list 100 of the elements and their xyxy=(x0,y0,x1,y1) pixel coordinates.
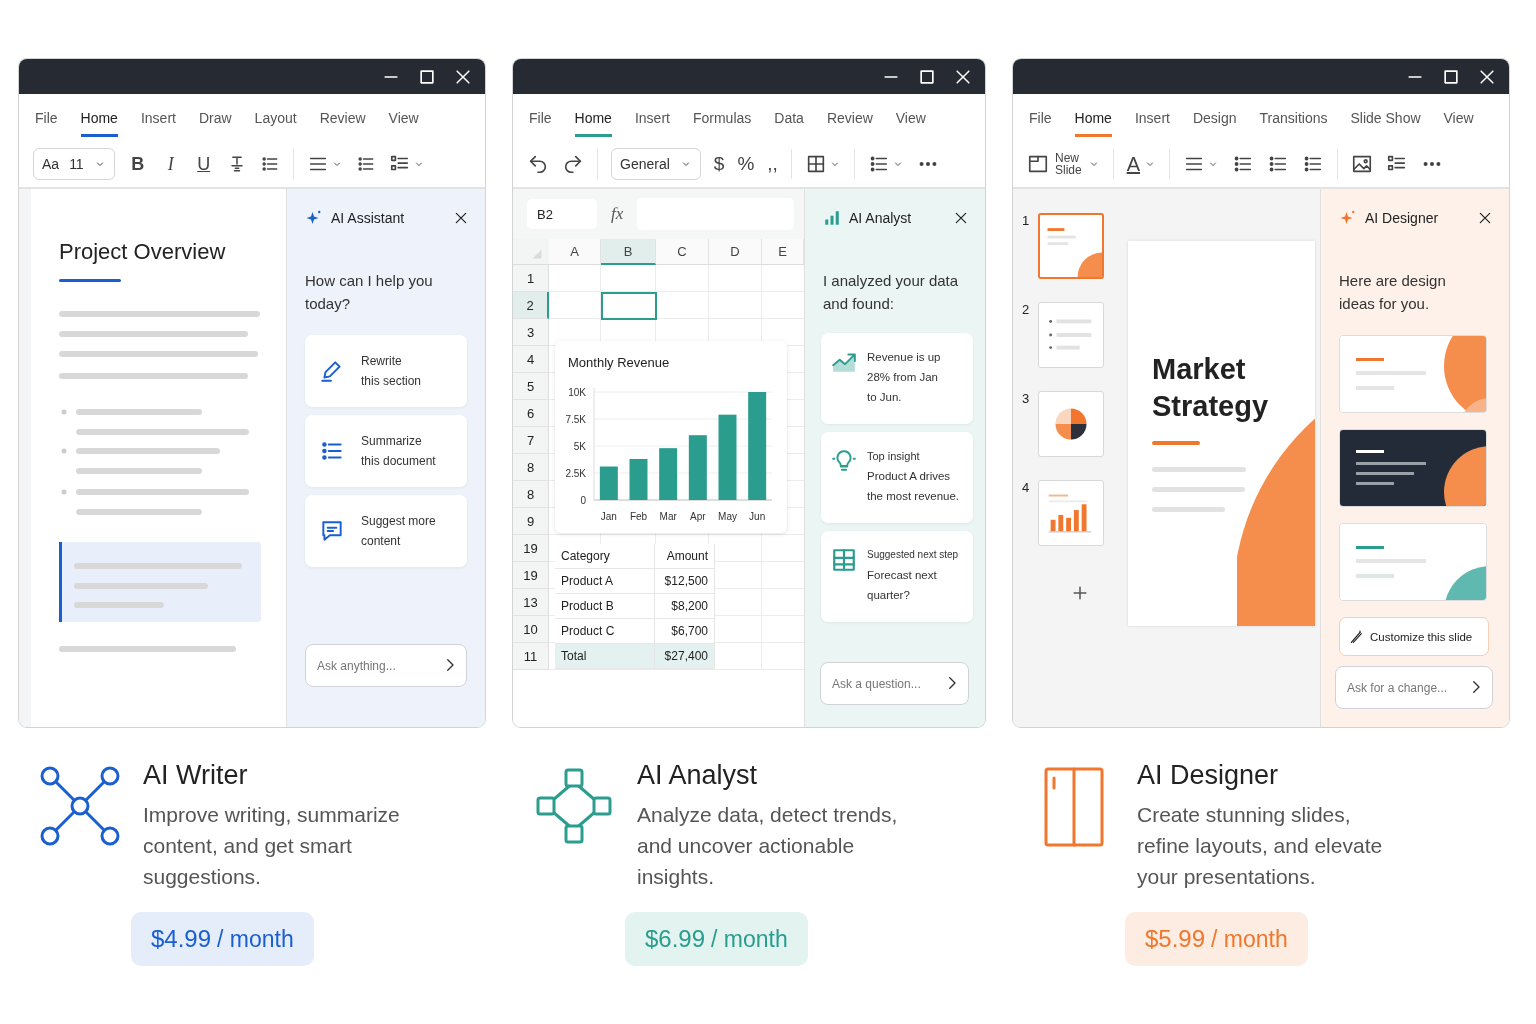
panel-title: AI Assistant xyxy=(331,210,406,226)
menu-tab[interactable]: Review xyxy=(826,110,873,137)
row-header[interactable]: 19 xyxy=(513,535,549,562)
new-slide-button[interactable]: New Slide xyxy=(1027,152,1100,176)
font-color-button[interactable]: A xyxy=(1126,152,1157,176)
row-header[interactable]: 2 xyxy=(513,292,549,319)
undo-icon[interactable] xyxy=(527,153,549,175)
menu-tab[interactable]: Slide Show xyxy=(1350,110,1421,137)
row-header[interactable]: 11 xyxy=(513,643,549,670)
menu-tab[interactable]: Insert xyxy=(634,110,670,137)
title-underline xyxy=(59,279,121,282)
table-header-cell: Category xyxy=(555,544,655,569)
slide-number: 4 xyxy=(1022,480,1030,495)
format-button[interactable]: ,, xyxy=(767,153,778,175)
axis-label: Mar xyxy=(659,511,677,522)
axis-label: 5K xyxy=(573,440,586,452)
row-header[interactable]: 5 xyxy=(513,373,549,400)
menu-tab[interactable]: Insert xyxy=(140,110,176,137)
menu-tab[interactable]: Review xyxy=(319,110,366,137)
product-title: AI Designer xyxy=(1137,760,1280,791)
product-title: AI Analyst xyxy=(637,760,759,791)
format-button[interactable]: $ xyxy=(713,153,725,175)
name-box[interactable]: B2 xyxy=(527,199,597,229)
menu-tab[interactable]: File xyxy=(529,110,552,137)
row-header[interactable]: 6 xyxy=(513,400,549,427)
slide-number: 1 xyxy=(1022,213,1030,228)
price-amount: $4.99 xyxy=(151,925,212,953)
chat-input[interactable]: Ask for a change... xyxy=(1335,666,1493,709)
menu-tab[interactable]: Home xyxy=(1074,110,1112,137)
axis-label: Jun xyxy=(749,511,766,522)
row-header[interactable]: 10 xyxy=(513,616,549,643)
font-selector[interactable]: Aa 11 xyxy=(33,148,115,180)
menu-tab[interactable]: Home xyxy=(574,110,612,137)
row-header[interactable]: 9 xyxy=(513,508,549,535)
menu-tab[interactable]: Insert xyxy=(1134,110,1170,137)
menu-tab[interactable]: Home xyxy=(80,110,118,137)
menu-tab[interactable]: Transitions xyxy=(1259,110,1328,137)
underline-button[interactable]: U xyxy=(193,153,214,175)
row-header[interactable]: 3 xyxy=(513,319,549,346)
axis-label: Jan xyxy=(600,511,617,522)
close-icon[interactable] xyxy=(1477,210,1493,226)
italic-button[interactable]: I xyxy=(160,153,181,175)
menu-tab[interactable]: Formulas xyxy=(692,110,752,137)
menu-tab[interactable]: View xyxy=(895,110,926,137)
row-header[interactable]: 8 xyxy=(513,454,549,481)
chat-input[interactable]: Ask anything... xyxy=(305,644,467,687)
lightbulb-icon xyxy=(831,448,857,474)
column-header[interactable]: C xyxy=(656,239,709,265)
row-header[interactable]: 8 xyxy=(513,481,549,508)
table-cell: $8,200 xyxy=(655,594,715,619)
menu-tab[interactable]: File xyxy=(35,110,58,137)
panel-message: I analyzed your data and found: xyxy=(823,271,960,314)
insight-label: Suggested next step xyxy=(867,548,959,562)
title-underline xyxy=(1152,441,1200,445)
image-icon[interactable] xyxy=(1351,153,1374,175)
column-header[interactable]: A xyxy=(549,239,601,265)
format-button[interactable]: % xyxy=(737,153,755,175)
close-icon[interactable] xyxy=(953,210,969,226)
menu-tab[interactable]: Layout xyxy=(254,110,297,137)
menu-tab[interactable]: View xyxy=(1443,110,1474,137)
row-header[interactable]: 13 xyxy=(513,589,549,616)
axis-label: 0 xyxy=(580,494,586,506)
chat-bubble-icon xyxy=(319,518,345,544)
number-format-dropdown[interactable]: General xyxy=(611,148,701,180)
suggestion-card[interactable]: Summarize this document xyxy=(305,415,467,487)
design-suggestion-card[interactable] xyxy=(1339,429,1487,507)
suggestion-card[interactable]: Suggest more content xyxy=(305,495,467,567)
axis-label: 10K xyxy=(568,386,586,398)
menu-tab[interactable]: Design xyxy=(1192,110,1237,137)
insight-label: Top insight xyxy=(867,449,921,464)
table-cell: Product B xyxy=(555,594,655,619)
axis-label: Apr xyxy=(690,511,706,522)
insight-text: Revenue is up 28% from Jan to Jun. xyxy=(867,350,941,405)
slide-thumbnail[interactable] xyxy=(1038,213,1104,279)
column-header[interactable]: D xyxy=(709,239,762,265)
column-header[interactable]: B xyxy=(601,239,656,265)
menu-tab[interactable]: Data xyxy=(774,110,804,137)
menu-tab[interactable]: View xyxy=(388,110,419,137)
slide-number: 2 xyxy=(1022,302,1030,317)
panel-message: Here are design ideas for you. xyxy=(1339,271,1447,314)
table-cell: $27,400 xyxy=(655,644,715,669)
customize-button[interactable]: Customize this slide xyxy=(1339,617,1489,656)
bold-button[interactable]: B xyxy=(127,153,148,175)
column-header[interactable]: E xyxy=(762,239,804,265)
document-title: Project Overview xyxy=(59,239,227,265)
row-header[interactable]: 4 xyxy=(513,346,549,373)
suggestion-card[interactable]: Rewrite this section xyxy=(305,335,467,407)
function-label: fx xyxy=(611,204,624,224)
row-header[interactable]: 19 xyxy=(513,562,549,589)
price-period: / month xyxy=(711,926,788,953)
redo-icon[interactable] xyxy=(562,153,584,175)
insight-text: Product A drives the most revenue. xyxy=(867,469,960,504)
network-icon xyxy=(40,766,120,848)
selected-cell[interactable] xyxy=(601,292,657,320)
chat-input[interactable]: Ask a question... xyxy=(820,662,969,705)
row-header[interactable]: 7 xyxy=(513,427,549,454)
magic-wand-icon xyxy=(1348,628,1364,645)
close-icon[interactable] xyxy=(453,210,469,226)
menu-tab[interactable]: File xyxy=(1029,110,1052,137)
menu-tab[interactable]: Draw xyxy=(198,110,232,137)
